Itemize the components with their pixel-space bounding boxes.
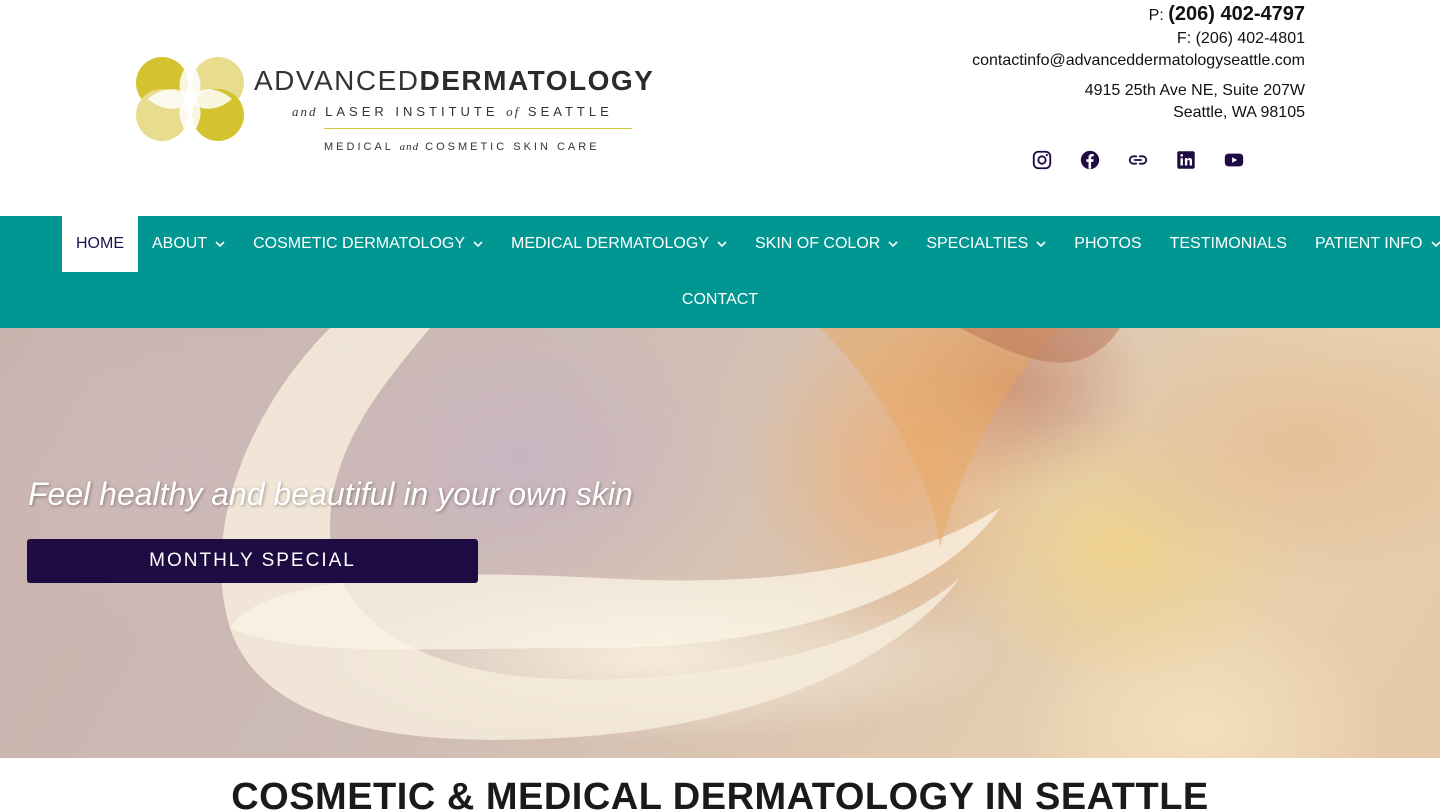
chevron-down-icon: [888, 240, 898, 247]
link-icon[interactable]: [1126, 148, 1150, 172]
nav-item-skin-of-color[interactable]: SKIN OF COLOR: [741, 216, 912, 272]
social-links: [1030, 148, 1246, 176]
chevron-down-icon: [1036, 240, 1046, 247]
logo-mark-icon: [136, 57, 244, 141]
phone-line[interactable]: P: (206) 402-4797: [972, 2, 1305, 28]
nav-item-specialties[interactable]: SPECIALTIES: [912, 216, 1060, 272]
nav-item-testimonials[interactable]: TESTIMONIALS: [1156, 216, 1301, 272]
address-street: 4915 25th Ave NE, Suite 207W: [1084, 82, 1305, 99]
nav-item-about[interactable]: ABOUT: [138, 216, 239, 272]
nav-item-medical-dermatology[interactable]: MEDICAL DERMATOLOGY: [497, 216, 741, 272]
fax-number: F: (206) 402-4801: [1176, 30, 1305, 47]
chevron-down-icon: [215, 240, 225, 247]
instagram-icon[interactable]: [1030, 148, 1054, 172]
chevron-down-icon: [473, 240, 483, 247]
monthly-special-button[interactable]: MONTHLY SPECIAL: [27, 539, 478, 583]
main-nav: HOME ABOUT COSMETIC DERMATOLOGY MEDICAL …: [0, 216, 1440, 328]
youtube-icon[interactable]: [1222, 148, 1246, 172]
nav-item-patient-info[interactable]: PATIENT INFO: [1301, 216, 1440, 272]
logo-divider: [324, 128, 632, 129]
logo-wordmark: ADVANCEDDERMATOLOGY: [254, 65, 655, 96]
linkedin-icon[interactable]: [1174, 148, 1198, 172]
site-header: ADVANCEDDERMATOLOGY and LASER INSTITUTE …: [0, 0, 1440, 216]
nav-row: CONTACT: [0, 272, 1440, 328]
chevron-down-icon: [1430, 240, 1440, 247]
page-title: COSMETIC & MEDICAL DERMATOLOGY IN SEATTL…: [231, 776, 1209, 810]
hero-banner: Feel healthy and beautiful in your own s…: [0, 328, 1440, 758]
address-city: Seattle, WA 98105: [1173, 104, 1305, 121]
nav-item-contact[interactable]: CONTACT: [668, 272, 772, 328]
nav-item-photos[interactable]: PHOTOS: [1060, 216, 1155, 272]
contact-info: P: (206) 402-4797 F: (206) 402-4801 cont…: [972, 2, 1305, 124]
nav-item-home[interactable]: HOME: [62, 216, 138, 272]
nav-item-cosmetic-dermatology[interactable]: COSMETIC DERMATOLOGY: [239, 216, 497, 272]
hero-tagline: Feel healthy and beautiful in your own s…: [28, 476, 633, 512]
email-link[interactable]: contactinfo@advanceddermatologyseattle.c…: [972, 50, 1305, 72]
logo-subtitle: and LASER INSTITUTE of SEATTLE: [292, 104, 613, 119]
phone-number[interactable]: (206) 402-4797: [1168, 3, 1305, 25]
nav-row: HOME ABOUT COSMETIC DERMATOLOGY MEDICAL …: [62, 216, 1440, 272]
facebook-icon[interactable]: [1078, 148, 1102, 172]
chevron-down-icon: [717, 240, 727, 247]
site-logo[interactable]: ADVANCEDDERMATOLOGY and LASER INSTITUTE …: [134, 55, 709, 160]
logo-tagline: MEDICAL and COSMETIC SKIN CARE: [324, 141, 600, 153]
